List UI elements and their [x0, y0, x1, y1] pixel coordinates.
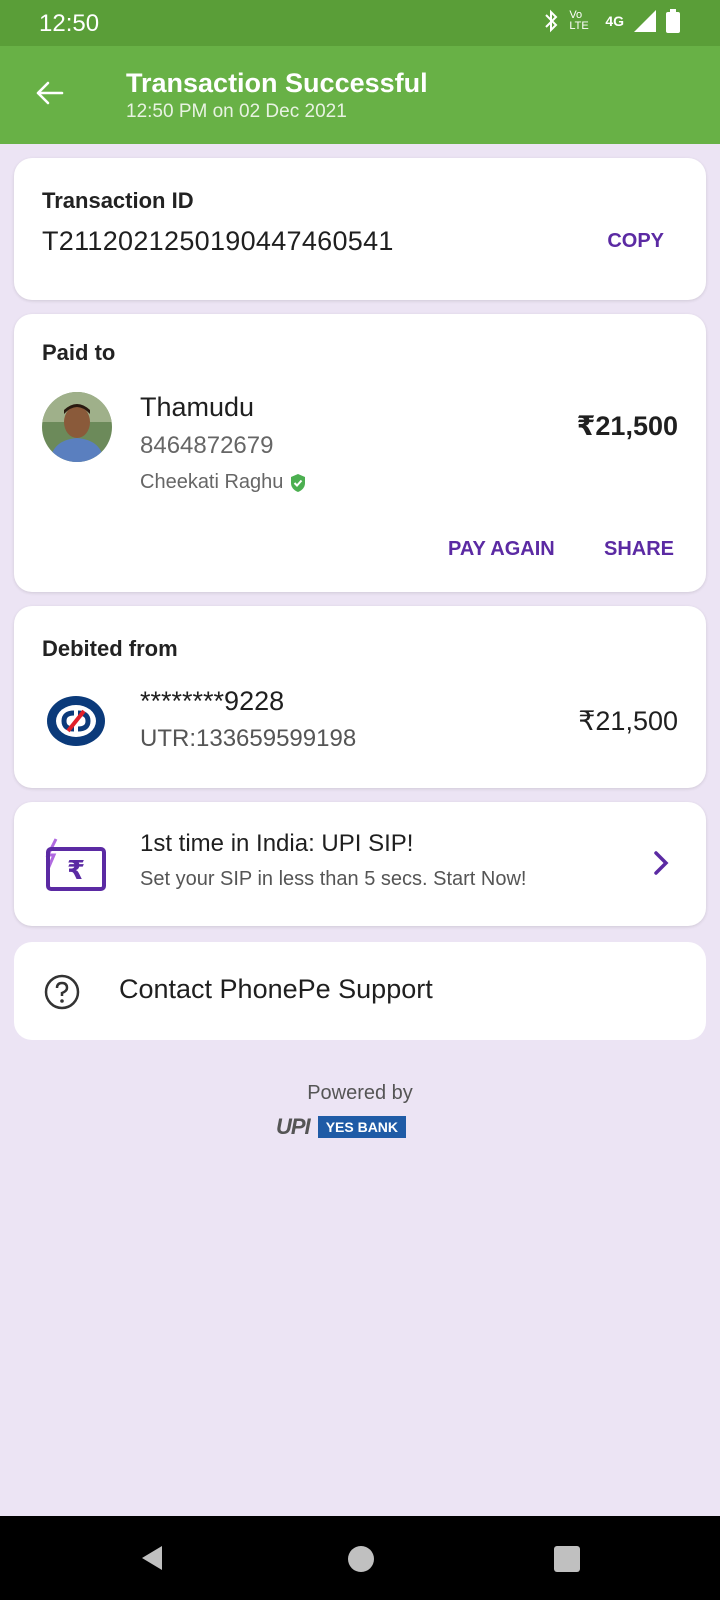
transaction-timestamp: 12:50 PM on 02 Dec 2021 — [126, 101, 347, 122]
debited-from-card: Debited from ********9228 UTR:1336595991… — [14, 606, 706, 788]
yes-bank-logo: YES BANK — [317, 1116, 407, 1138]
account-number: ********9228 — [140, 686, 285, 716]
nav-recents-icon[interactable] — [554, 1546, 580, 1572]
status-bar: 12:50 Vo LTE 4G — [0, 0, 720, 46]
contact-support-label: Contact PhonePe Support — [119, 974, 433, 1004]
volte-icon: Vo LTE — [569, 9, 589, 32]
copy-button[interactable]: COPY — [607, 230, 664, 253]
transaction-id-card: Transaction ID T2112021250190447460541 C… — [14, 158, 706, 300]
battery-icon — [666, 9, 680, 33]
page-title: Transaction Successful — [126, 68, 428, 98]
app-bar: Transaction Successful 12:50 PM on 02 De… — [0, 46, 720, 144]
payee-phone: 8464872679 — [140, 432, 274, 459]
paid-amount: ₹21,500 — [576, 411, 678, 441]
powered-by-text: Powered by — [307, 1082, 413, 1104]
rupee-card-icon: ₹ — [45, 838, 106, 891]
chevron-right-icon[interactable] — [650, 848, 672, 878]
bluetooth-icon — [545, 9, 558, 33]
payee-name: Thamudu — [140, 392, 255, 422]
nav-back-icon[interactable] — [136, 1542, 168, 1574]
paid-to-card: Paid to Thamudu 8464872679 Cheekati Ragh… — [14, 314, 706, 592]
payee-registered-name: Cheekati Raghu — [140, 471, 284, 493]
back-arrow-icon[interactable] — [34, 78, 64, 108]
promo-subtitle: Set your SIP in less than 5 secs. Start … — [140, 868, 527, 890]
transaction-id-label: Transaction ID — [42, 188, 194, 213]
debited-amount: ₹21,500 — [578, 706, 678, 736]
svg-text:₹: ₹ — [67, 856, 85, 886]
paid-to-label: Paid to — [42, 340, 116, 365]
help-question-icon — [44, 974, 80, 1010]
verified-shield-icon — [291, 473, 306, 492]
pay-again-button[interactable]: PAY AGAIN — [448, 538, 555, 561]
contact-support-row[interactable]: Contact PhonePe Support — [14, 942, 706, 1040]
network-type: 4G — [605, 13, 624, 29]
nav-home-icon[interactable] — [348, 1546, 374, 1572]
debited-from-label: Debited from — [42, 636, 178, 661]
share-button[interactable]: SHARE — [604, 538, 674, 561]
upi-sip-promo-card[interactable]: ₹ 1st time in India: UPI SIP! Set your S… — [14, 802, 706, 926]
utr-number: UTR:133659599198 — [140, 725, 357, 752]
kotak-bank-logo-icon — [47, 696, 105, 746]
promo-title: 1st time in India: UPI SIP! — [140, 830, 414, 857]
status-time: 12:50 — [39, 10, 100, 37]
system-nav-bar — [0, 1516, 720, 1600]
partner-logos: UPI YES BANK — [276, 1114, 407, 1140]
signal-icon — [634, 10, 656, 32]
payee-verified-name: Cheekati Raghu — [140, 471, 307, 494]
transaction-id-value: T2112021250190447460541 — [42, 226, 394, 256]
status-icons: Vo LTE 4G — [543, 8, 680, 34]
payee-avatar — [42, 392, 112, 462]
upi-logo: UPI — [276, 1114, 311, 1139]
